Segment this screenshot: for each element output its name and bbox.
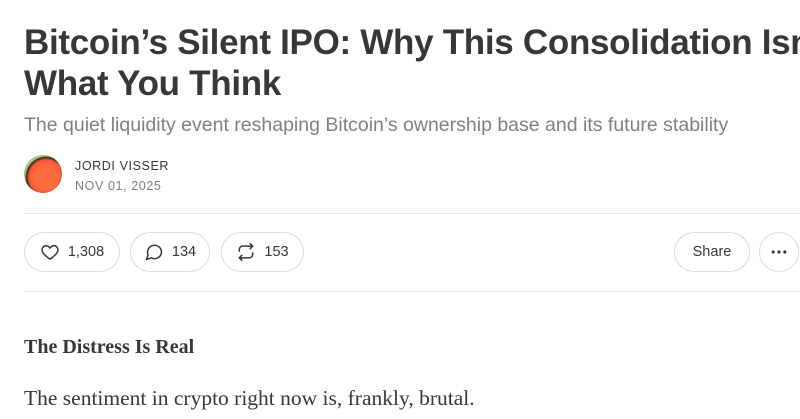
comment-icon — [144, 242, 164, 262]
post-title-line-2: What You Think — [24, 64, 281, 103]
restack-icon — [236, 242, 256, 262]
heart-icon — [40, 242, 60, 262]
share-button[interactable]: Share — [674, 232, 750, 272]
author-name[interactable]: JORDI VISSER — [75, 159, 169, 173]
like-count: 1,308 — [67, 244, 105, 260]
divider-bottom — [24, 291, 800, 292]
body-paragraph: The sentiment in crypto right now is, fr… — [24, 386, 475, 410]
comment-count: 134 — [171, 244, 197, 260]
post-date: NOV 01, 2025 — [75, 179, 162, 193]
post-title: Bitcoin’s Silent IPO: Why This Consolida… — [24, 22, 800, 104]
section-heading: The Distress Is Real — [24, 336, 195, 358]
share-label: Share — [692, 244, 732, 260]
more-icon — [769, 242, 789, 262]
comment-button[interactable]: 134 — [130, 232, 210, 272]
restack-count: 153 — [264, 244, 289, 260]
post-subtitle: The quiet liquidity event reshaping Bitc… — [24, 114, 729, 136]
divider-top — [24, 213, 800, 214]
avatar[interactable] — [24, 155, 62, 193]
post-title-line-1: Bitcoin’s Silent IPO: Why This Consolida… — [24, 23, 800, 62]
restack-button[interactable]: 153 — [221, 232, 304, 272]
more-options-button[interactable] — [759, 232, 799, 272]
like-button[interactable]: 1,308 — [24, 232, 120, 272]
